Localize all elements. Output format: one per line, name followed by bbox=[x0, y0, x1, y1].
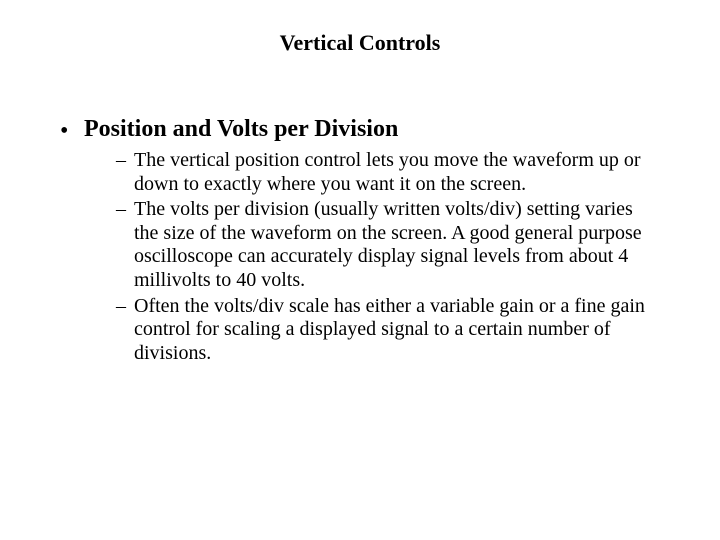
bullet-list-level1: Position and Volts per Division The vert… bbox=[60, 116, 660, 365]
bullet-level2-text: The vertical position control lets you m… bbox=[134, 149, 641, 195]
bullet-level2-item: Often the volts/div scale has either a v… bbox=[116, 295, 660, 366]
bullet-level1-text: Position and Volts per Division bbox=[84, 116, 398, 142]
slide: Vertical Controls Position and Volts per… bbox=[0, 0, 720, 540]
bullet-level2-item: The vertical position control lets you m… bbox=[116, 149, 660, 196]
slide-title: Vertical Controls bbox=[60, 30, 660, 56]
bullet-list-level2: The vertical position control lets you m… bbox=[80, 149, 660, 365]
bullet-level1-item: Position and Volts per Division The vert… bbox=[80, 116, 660, 365]
bullet-level2-text: Often the volts/div scale has either a v… bbox=[134, 295, 645, 364]
bullet-level2-text: The volts per division (usually written … bbox=[134, 198, 642, 291]
bullet-level2-item: The volts per division (usually written … bbox=[116, 198, 660, 292]
